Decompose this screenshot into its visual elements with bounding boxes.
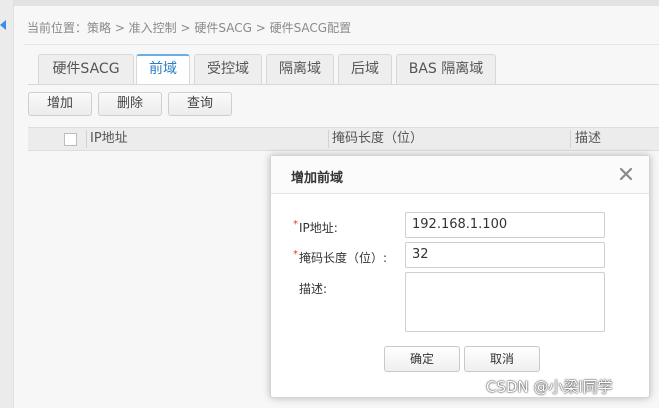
required-mark: * bbox=[293, 249, 298, 260]
tab-bas-isolation-domain[interactable]: BAS 隔离域 bbox=[396, 54, 496, 84]
column-separator bbox=[570, 130, 571, 148]
tab-hardware-sacg[interactable]: 硬件SACG bbox=[38, 54, 134, 84]
tab-underline bbox=[28, 84, 659, 85]
breadcrumb-divider bbox=[24, 44, 659, 45]
select-all-checkbox[interactable] bbox=[64, 133, 77, 146]
dialog-title: 增加前域 bbox=[291, 171, 344, 186]
tab-isolation-domain[interactable]: 隔离域 bbox=[266, 54, 334, 84]
ip-label-wrap: *IP地址: bbox=[293, 219, 338, 236]
column-header-ip[interactable]: IP地址 bbox=[90, 128, 128, 150]
dialog-header: 增加前域 bbox=[271, 156, 649, 194]
table-header: IP地址 掩码长度（位） 描述 bbox=[28, 127, 659, 151]
ip-address-input[interactable]: 192.168.1.100 bbox=[405, 212, 605, 238]
query-button[interactable]: 查询 bbox=[168, 92, 232, 116]
description-label: 描述: bbox=[299, 282, 328, 296]
mask-length-input[interactable]: 32 bbox=[405, 242, 605, 268]
description-textarea[interactable] bbox=[405, 272, 605, 332]
mask-label: 掩码长度（位）: bbox=[299, 251, 388, 265]
required-mark: * bbox=[293, 219, 298, 230]
close-icon[interactable] bbox=[617, 165, 635, 183]
add-front-domain-dialog: 增加前域 *IP地址: 192.168.1.100 *掩码长度（位）: 32 描… bbox=[270, 155, 650, 398]
tab-controlled-domain[interactable]: 受控域 bbox=[194, 54, 262, 84]
mask-label-wrap: *掩码长度（位）: bbox=[293, 249, 387, 266]
breadcrumb: 当前位置：策略 > 准入控制 > 硬件SACG > 硬件SACG配置 bbox=[27, 19, 351, 37]
delete-button[interactable]: 删除 bbox=[98, 92, 162, 116]
watermark: CSDN @小梁l同学 bbox=[486, 378, 613, 396]
tab-front-domain[interactable]: 前域 bbox=[136, 54, 190, 84]
ok-button[interactable]: 确定 bbox=[384, 346, 460, 372]
ip-label: IP地址: bbox=[299, 221, 338, 235]
sidebar-collapsed[interactable] bbox=[0, 0, 14, 408]
tab-back-domain[interactable]: 后域 bbox=[338, 54, 392, 84]
add-button[interactable]: 增加 bbox=[28, 92, 92, 116]
column-header-description[interactable]: 描述 bbox=[575, 128, 601, 150]
column-header-mask[interactable]: 掩码长度（位） bbox=[332, 128, 423, 150]
collapse-arrow-icon[interactable] bbox=[0, 20, 6, 30]
cancel-button[interactable]: 取消 bbox=[464, 346, 540, 372]
column-separator bbox=[328, 130, 329, 148]
breadcrumb-text: 当前位置：策略 > 准入控制 > 硬件SACG > 硬件SACG配置 bbox=[27, 21, 352, 35]
column-separator bbox=[86, 130, 87, 148]
